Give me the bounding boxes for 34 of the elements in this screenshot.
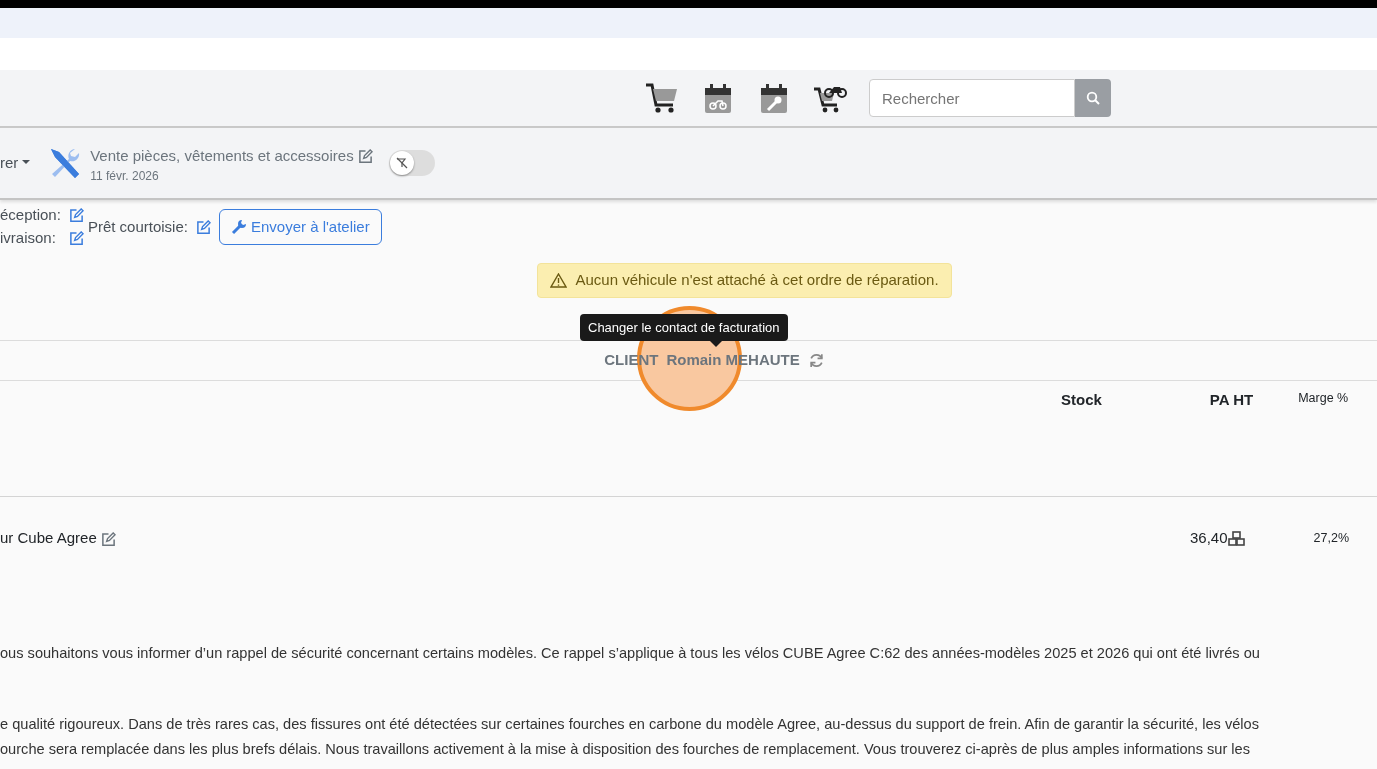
price-cell-text: 36,40 [1190,528,1228,549]
filter-off-icon [394,156,409,170]
column-header: Marge % [1298,389,1349,407]
field-label: ivraison: [0,228,56,249]
search-icon [1086,91,1100,105]
toggle-switch[interactable] [388,150,435,176]
item-designation: ur Cube Agree [0,528,97,549]
boxes-icon[interactable] [1227,531,1245,546]
field-label: éception: [0,205,61,226]
refresh-icon[interactable] [807,351,825,369]
tooltip: Changer le contact de facturation [580,313,788,341]
warning-icon [550,272,568,288]
column-header: PA HT [1209,389,1254,410]
tooltip-arrow [710,341,722,347]
wrench-icon [230,219,247,235]
edit-icon[interactable] [195,219,211,235]
margin-cell-text: 27,2% [1313,530,1349,548]
send-to-workshop-button[interactable]: Envoyer à l'atelier [218,208,382,246]
note-text: ourche sera remplacée dans les plus brefs délais. Nous travaillons activement à la mise à disposition des fourches de remplacement. Vous trouverez ci-après de plus amples informations sur les [0,739,1251,759]
note-text: ous souhaitons vous informer d’un rappel de sécurité concernant certains modèles. Ce rappel s’applique à tous les vélos CUBE Agree C:62 des années-modèles 2025 et 2026 qui ont été livrés ou [0,643,1261,663]
cart-icon[interactable] [645,81,679,115]
search-field[interactable]: Rechercher [869,79,1075,117]
dropdown-toggle[interactable]: rer [0,151,31,175]
edit-icon[interactable] [357,148,373,164]
note-text: e qualité rigoureux. Dans de très rares cas, des fissures ont été détectées sur certaines fourches en carbone du modèle Agree, au-dessus du support de frein. Afin de garantir la sécurité, les vélos [0,714,1260,734]
search-button[interactable] [1075,79,1111,117]
alert-text: Aucun véhicule n'est attaché à cet ordre de réparation. [575,270,939,290]
edit-icon[interactable] [100,531,116,547]
title: Vente pièces, vêtements et accessoires [90,145,354,166]
edit-icon[interactable] [68,208,84,223]
column-header: Stock [1061,389,1102,410]
edit-icon[interactable] [68,231,84,246]
date: 11 févr. 2026 [90,168,160,186]
loan-label: Prêt courtoisie: [87,216,188,237]
